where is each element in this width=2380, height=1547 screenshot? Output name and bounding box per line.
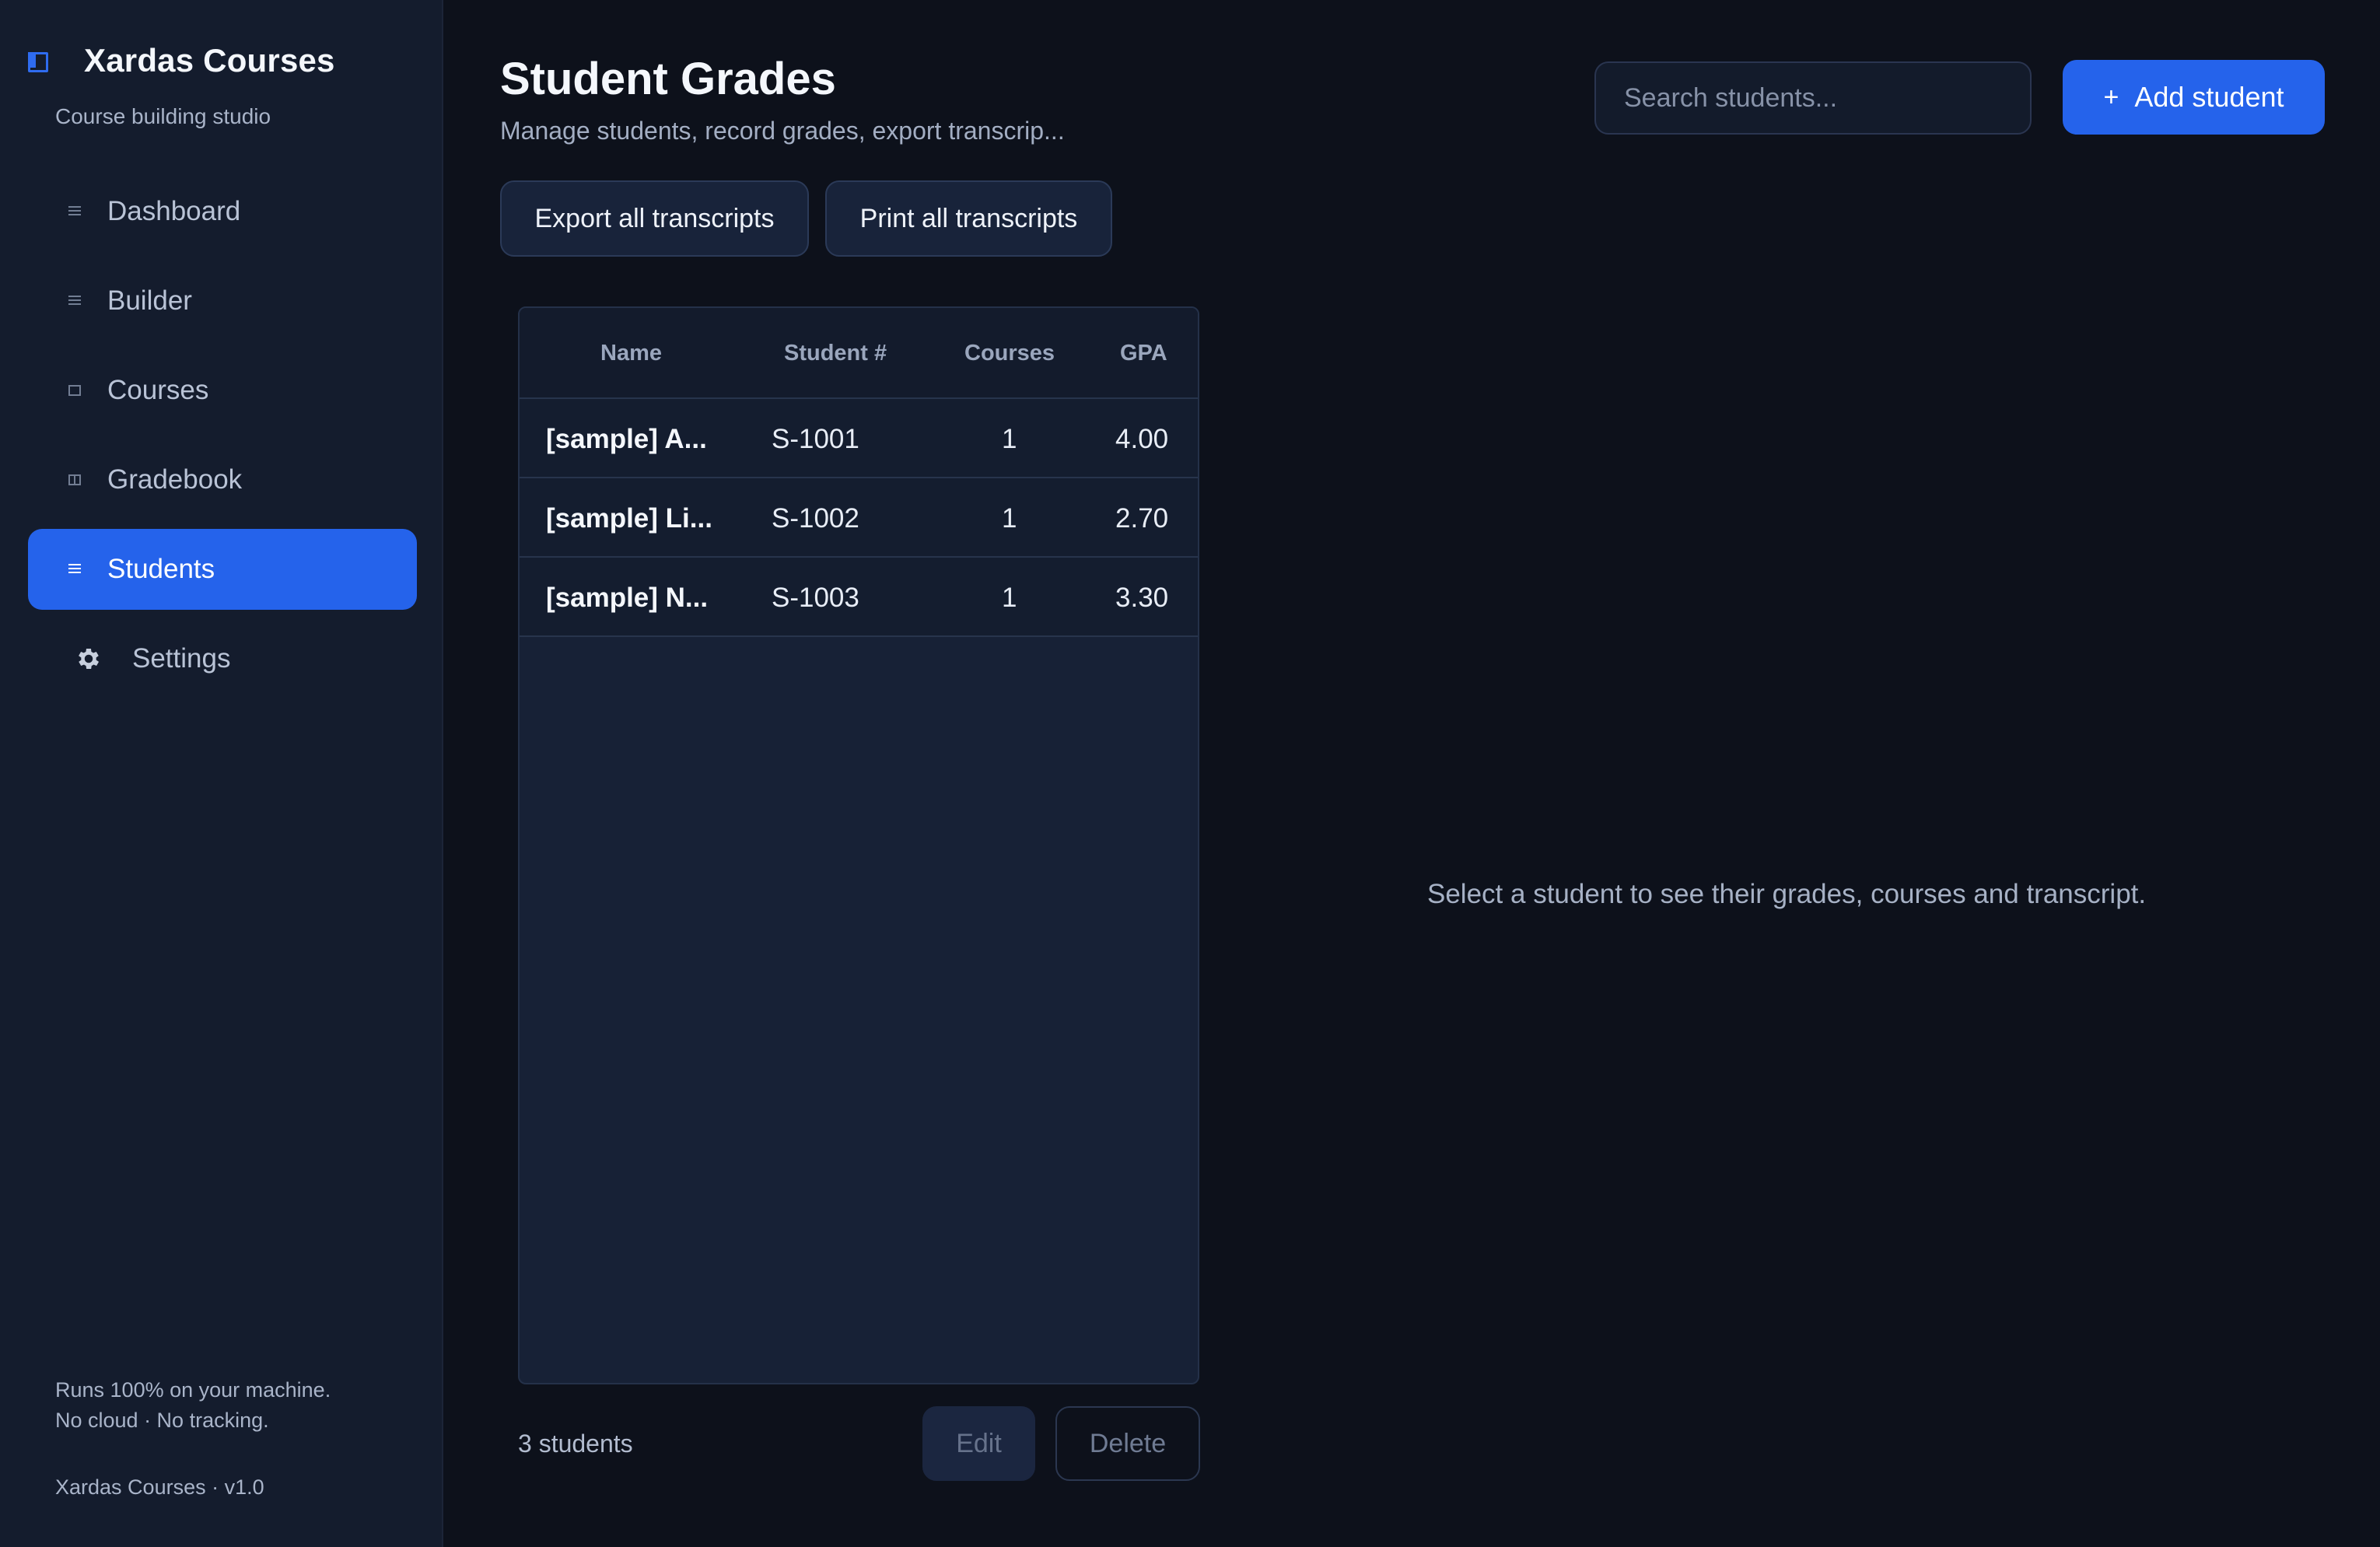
student-gpa: 3.30 [1115,583,1169,613]
student-number: S-1001 [772,424,859,454]
export-all-transcripts-button[interactable]: Export all transcripts [500,180,809,257]
sidebar-nav: Dashboard Builder Courses Gradebook Stud… [28,171,417,708]
sidebar-item-gradebook[interactable]: Gradebook [28,439,417,520]
sidebar-item-builder[interactable]: Builder [28,261,417,341]
student-name: [sample] Li... [546,503,712,534]
sidebar-toggle-icon[interactable] [28,52,48,72]
student-count: 3 students [518,1430,633,1458]
table-row[interactable]: [sample] N... S-1003 1 3.30 [520,558,1198,637]
student-gpa: 4.00 [1115,424,1169,454]
students-icon [68,564,81,575]
student-number: S-1003 [772,583,859,613]
column-header-student-number[interactable]: Student # [784,341,887,366]
search-input[interactable] [1594,61,2032,135]
student-number: S-1002 [772,503,859,534]
gradebook-icon [68,474,81,485]
sidebar-item-label: Builder [107,285,192,316]
privacy-line-1: Runs 100% on your machine. [55,1378,331,1402]
column-header-courses[interactable]: Courses [964,341,1055,366]
app-window: Xardas Courses Course building studio Da… [0,0,2380,1547]
plus-icon: + [2103,82,2119,112]
privacy-note: Runs 100% on your machine. No cloud · No… [55,1375,331,1436]
student-name: [sample] A... [546,424,707,454]
sidebar: Xardas Courses Course building studio Da… [0,0,443,1547]
dashboard-icon [68,206,81,217]
sidebar-item-label: Students [107,554,215,584]
sidebar-item-courses[interactable]: Courses [28,350,417,431]
builder-icon [68,296,81,306]
student-gpa: 2.70 [1115,503,1169,534]
student-name: [sample] N... [546,583,709,613]
edit-button[interactable]: Edit [922,1406,1035,1481]
add-student-label: Add student [2134,81,2284,113]
page-subtitle: Manage students, record grades, export t… [500,117,1065,145]
table-row[interactable]: [sample] Li... S-1002 1 2.70 [520,478,1198,558]
sidebar-item-dashboard[interactable]: Dashboard [28,171,417,252]
app-version: Xardas Courses · v1.0 [55,1475,264,1499]
sidebar-item-students[interactable]: Students [28,529,417,610]
add-student-button[interactable]: + Add student [2063,60,2325,135]
table-header: Name Student # Courses GPA [520,308,1198,399]
student-courses: 1 [1002,583,1017,613]
courses-icon [68,385,81,396]
sidebar-item-settings[interactable]: Settings [28,618,417,699]
student-courses: 1 [1002,424,1017,454]
column-header-gpa[interactable]: GPA [1120,341,1167,366]
page-title: Student Grades [500,54,836,104]
sidebar-item-label: Gradebook [107,464,243,495]
students-table: Name Student # Courses GPA [sample] A...… [518,306,1199,1384]
gear-icon [79,648,100,670]
brand-title: Xardas Courses [84,42,335,79]
detail-empty-message: Select a student to see their grades, co… [1427,879,2147,909]
brand: Xardas Courses [28,42,335,79]
brand-subtitle: Course building studio [55,104,271,128]
sidebar-item-label: Dashboard [107,196,241,226]
sidebar-item-label: Courses [107,375,209,405]
sidebar-item-label: Settings [132,643,231,674]
print-all-transcripts-button[interactable]: Print all transcripts [825,180,1112,257]
delete-button[interactable]: Delete [1055,1406,1200,1481]
student-courses: 1 [1002,503,1017,534]
column-header-name[interactable]: Name [600,341,662,366]
table-row[interactable]: [sample] A... S-1001 1 4.00 [520,399,1198,478]
privacy-line-2: No cloud · No tracking. [55,1409,269,1432]
